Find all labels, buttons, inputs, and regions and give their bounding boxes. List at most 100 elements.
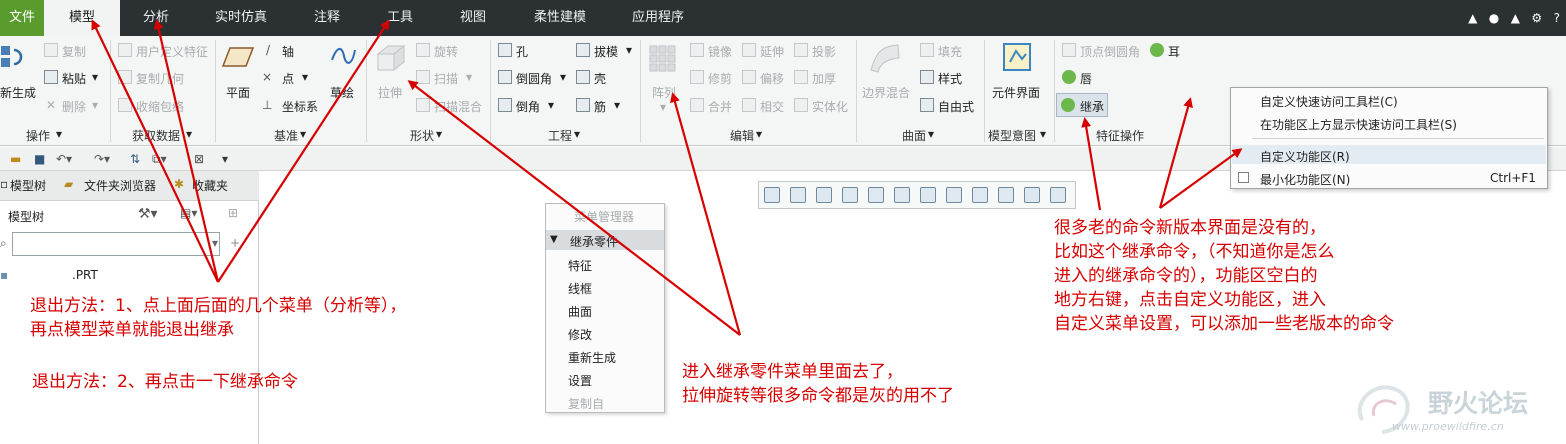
perspective-icon[interactable] — [946, 187, 962, 203]
mirror-button[interactable]: 镜像 — [708, 43, 732, 60]
solidify-button[interactable]: 实体化 — [812, 98, 848, 115]
refit-icon[interactable] — [764, 187, 780, 203]
draft-dropdown-icon[interactable]: ▾ — [626, 43, 632, 57]
user-icon[interactable]: ● — [1489, 11, 1499, 25]
sweep-dropdown-icon[interactable]: ▾ — [466, 70, 472, 84]
customize-ribbon-item[interactable]: 自定义功能区(R) — [1260, 148, 1350, 165]
extrude-button[interactable]: 拉伸 — [378, 84, 402, 101]
extend-button[interactable]: 延伸 — [760, 43, 784, 60]
regenerate-small-icon[interactable]: ⇅ — [130, 152, 140, 166]
pattern-dropdown-icon[interactable]: ▾ — [660, 100, 666, 114]
group-datum-dropdown-icon[interactable]: ▾ — [300, 127, 306, 141]
tree-columns-icon[interactable]: ⊞ — [228, 206, 238, 220]
offset-button[interactable]: 偏移 — [760, 70, 784, 87]
tab-folder-browser[interactable]: 文件夹浏览器 — [84, 177, 156, 194]
draft-button[interactable]: 拔模 — [594, 43, 618, 60]
minimize-ribbon-item[interactable]: 最小化功能区(N) — [1260, 171, 1350, 188]
paste-dropdown-icon[interactable]: ▾ — [92, 70, 98, 84]
group-shapes-dropdown-icon[interactable]: ▾ — [436, 127, 442, 141]
tab-view[interactable]: 视图 — [446, 0, 500, 36]
ear-button[interactable]: 耳 — [1168, 43, 1180, 60]
point-button[interactable]: 点 — [282, 70, 294, 87]
tree-item-part[interactable]: .PRT — [72, 268, 98, 282]
redo-icon[interactable]: ↷▾ — [94, 152, 110, 166]
paste-button[interactable]: 粘贴 — [62, 70, 86, 87]
menu-item-feature[interactable]: 特征 — [568, 257, 592, 274]
qat-customize-dropdown-icon[interactable]: ▾ — [222, 152, 228, 166]
spin-center-icon[interactable] — [1050, 187, 1066, 203]
group-operations-label[interactable]: 操作 — [26, 127, 50, 144]
hole-button[interactable]: 孔 — [516, 43, 528, 60]
display-style-icon[interactable] — [972, 187, 988, 203]
group-get-data-label[interactable]: 获取数据 — [132, 127, 180, 144]
merge-button[interactable]: 合并 — [708, 98, 732, 115]
zoom-in-icon[interactable] — [790, 187, 806, 203]
udf-button[interactable]: 用户定义特征 — [136, 43, 208, 60]
repaint-icon[interactable] — [842, 187, 858, 203]
sweep-button[interactable]: 扫描 — [434, 70, 458, 87]
group-get-data-dropdown-icon[interactable]: ▾ — [186, 127, 192, 141]
chamfer-button[interactable]: 倒角 — [516, 98, 540, 115]
boundary-blend-button[interactable]: 边界混合 — [862, 84, 910, 101]
annotation-display-icon[interactable] — [1024, 187, 1040, 203]
menu-item-wireframe[interactable]: 线框 — [568, 280, 592, 297]
saved-views-icon[interactable] — [894, 187, 910, 203]
menu-item-copy-from[interactable]: 复制自 — [568, 395, 604, 412]
axis-button[interactable]: 轴 — [282, 43, 294, 60]
copy-button[interactable]: 复制 — [62, 43, 86, 60]
tab-annotate[interactable]: 注释 — [300, 0, 354, 36]
rib-dropdown-icon[interactable]: ▾ — [614, 98, 620, 112]
group-engineering-dropdown-icon[interactable]: ▾ — [574, 127, 580, 141]
customize-qat-item[interactable]: 自定义快速访问工具栏(C) — [1260, 93, 1398, 110]
undo-icon[interactable]: ↶▾ — [56, 152, 72, 166]
regenerate-button[interactable]: 新生成 — [0, 84, 36, 101]
collapse-triangle-icon[interactable]: ▼ — [550, 234, 558, 245]
freestyle-button[interactable]: 自由式 — [938, 98, 974, 115]
windows-icon[interactable]: ⧉▾ — [152, 152, 167, 167]
project-button[interactable]: 投影 — [812, 43, 836, 60]
menu-item-modify[interactable]: 修改 — [568, 326, 592, 343]
tab-favorites[interactable]: 收藏夹 — [192, 177, 228, 194]
swept-blend-button[interactable]: 扫描混合 — [434, 98, 482, 115]
menu-item-surface[interactable]: 曲面 — [568, 303, 592, 320]
delete-button[interactable]: 删除 — [62, 98, 86, 115]
collapse-ribbon-icon[interactable]: ▲ — [1468, 11, 1477, 25]
group-surfaces-label[interactable]: 曲面 — [902, 127, 926, 144]
zoom-out-icon[interactable] — [816, 187, 832, 203]
tab-simulation[interactable]: 实时仿真 — [204, 0, 278, 36]
pattern-button[interactable]: 阵列 — [652, 84, 676, 101]
shell-button[interactable]: 壳 — [594, 70, 606, 87]
plane-button[interactable]: 平面 — [226, 84, 250, 101]
group-editing-dropdown-icon[interactable]: ▾ — [756, 127, 762, 141]
community-icon[interactable]: ▲ — [1511, 11, 1520, 25]
show-qat-above-item[interactable]: 在功能区上方显示快速访问工具栏(S) — [1260, 116, 1457, 133]
lip-button[interactable]: 唇 — [1080, 70, 1092, 87]
tab-tools[interactable]: 工具 — [372, 0, 428, 36]
regenerate-icon[interactable] — [0, 44, 26, 70]
tab-model[interactable]: 模型 — [44, 0, 120, 36]
tab-analysis[interactable]: 分析 — [128, 0, 184, 36]
group-surfaces-dropdown-icon[interactable]: ▾ — [928, 127, 934, 141]
tree-settings-icon[interactable]: ⚒▾ — [138, 206, 158, 222]
tab-applications[interactable]: 应用程序 — [620, 0, 696, 36]
datum-display-icon[interactable] — [998, 187, 1014, 203]
menu-item-setup[interactable]: 设置 — [568, 372, 592, 389]
component-interface-button[interactable]: 元件界面 — [992, 84, 1040, 101]
sketch-button[interactable]: 草绘 — [330, 84, 354, 101]
shrinkwrap-button[interactable]: 收缩包络 — [136, 98, 184, 115]
round-dropdown-icon[interactable]: ▾ — [560, 70, 566, 84]
round-button[interactable]: 倒圆角 — [516, 70, 552, 87]
menu-manager-section-label[interactable]: 继承零件 — [570, 233, 618, 250]
minimize-ribbon-checkbox[interactable] — [1238, 172, 1249, 183]
tree-filters-icon[interactable]: ▤▾ — [180, 206, 197, 220]
group-model-intent-label[interactable]: 模型意图 — [988, 127, 1036, 144]
thicken-button[interactable]: 加厚 — [812, 70, 836, 87]
revolve-button[interactable]: 旋转 — [434, 43, 458, 60]
add-filter-icon[interactable]: + — [230, 236, 240, 250]
trim-button[interactable]: 修剪 — [708, 70, 732, 87]
style-button[interactable]: 样式 — [938, 70, 962, 87]
rib-button[interactable]: 筋 — [594, 98, 606, 115]
help-icon[interactable]: ? — [1554, 11, 1560, 25]
tab-flexible-modeling[interactable]: 柔性建模 — [522, 0, 598, 36]
group-operations-dropdown-icon[interactable]: ▾ — [56, 127, 62, 141]
